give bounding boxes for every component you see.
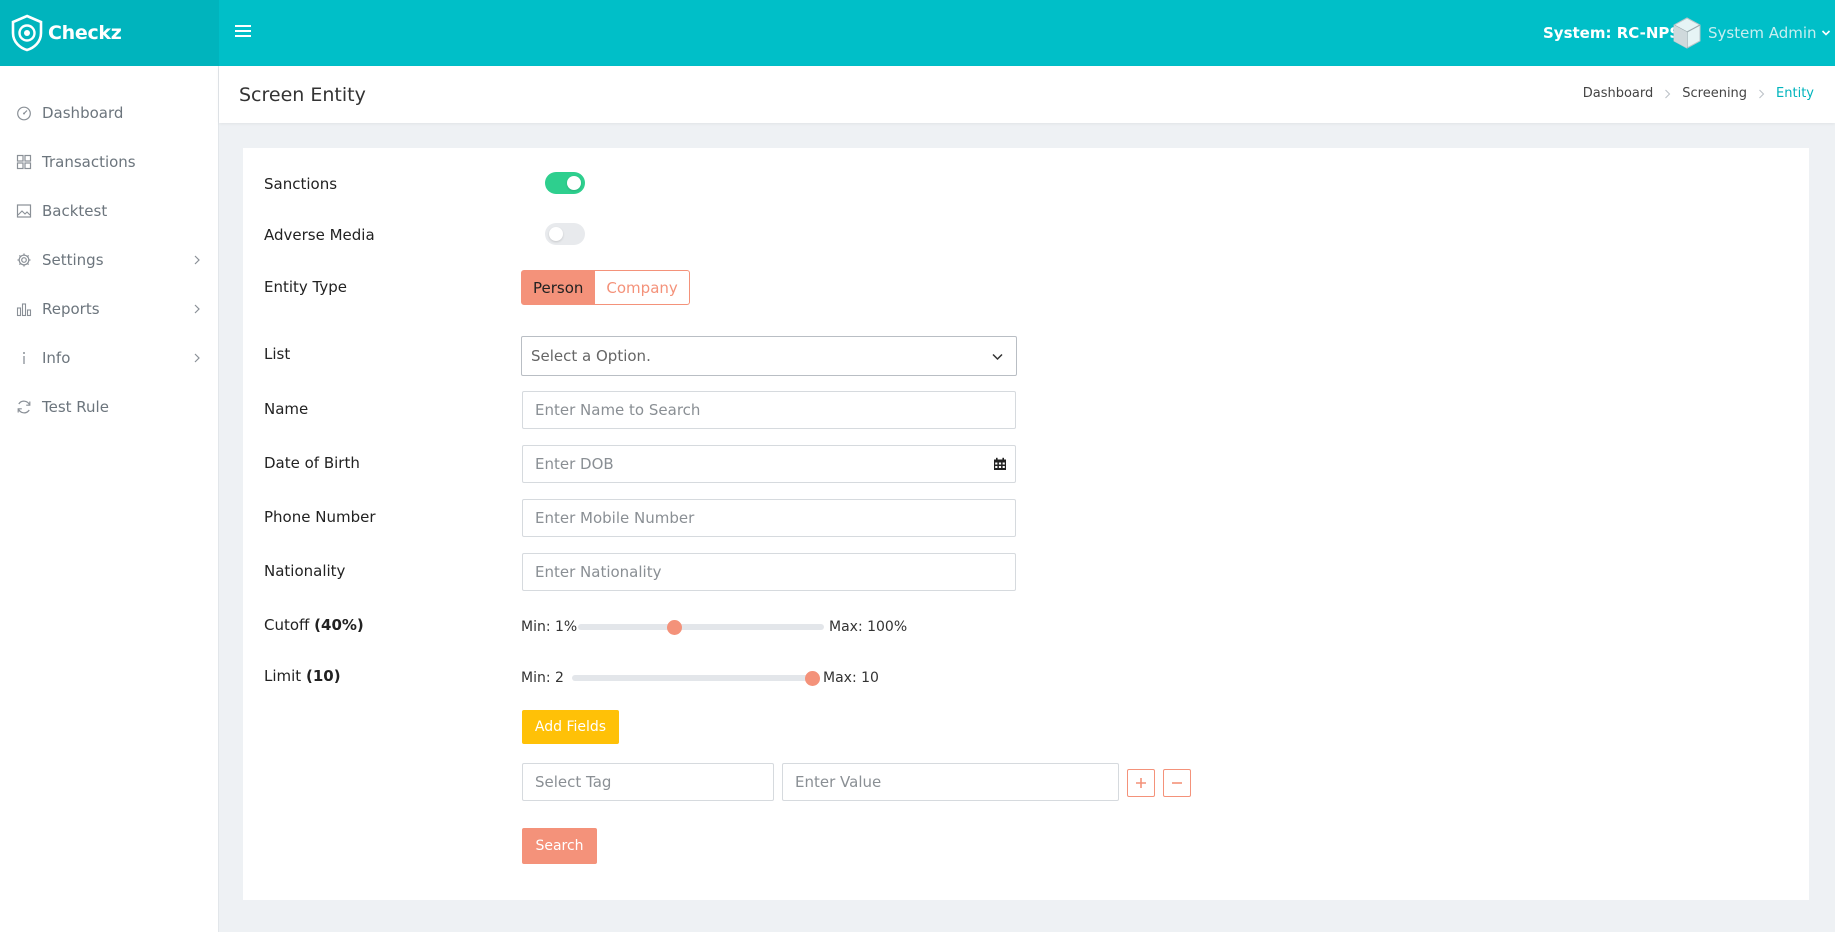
grid-icon (16, 154, 32, 170)
info-icon (23, 352, 25, 364)
brand[interactable]: Checkz (0, 0, 219, 66)
page-title: Screen Entity (239, 84, 366, 106)
remove-row-button[interactable] (1163, 769, 1191, 797)
search-button[interactable]: Search (522, 828, 597, 864)
sanctions-label: Sanctions (264, 175, 338, 193)
sidebar-item-label: Info (42, 349, 71, 367)
cutoff-min: Min: 1% (521, 619, 578, 635)
chevron-right-icon (194, 304, 200, 314)
limit-label-text: Limit (264, 667, 302, 685)
brand-name: Checkz (48, 22, 122, 44)
breadcrumb-screening[interactable]: Screening (1682, 86, 1747, 101)
sidebar-item-label: Backtest (42, 202, 108, 220)
sidebar-item-test-rule[interactable]: Test Rule (0, 387, 219, 427)
chevron-right-icon (1759, 89, 1765, 98)
page-header: Screen Entity Dashboard Screening Entity (219, 66, 1835, 123)
system-label: System: RC-NPS (1543, 24, 1681, 42)
entity-type-selector: Person Company (521, 270, 690, 305)
limit-max: Max: 10 (823, 670, 879, 686)
sidebar-item-backtest[interactable]: Backtest (0, 191, 219, 231)
entity-type-person-button[interactable]: Person (521, 270, 596, 305)
phone-label: Phone Number (264, 508, 376, 526)
adverse-media-toggle[interactable] (545, 223, 585, 245)
sanctions-toggle[interactable] (545, 172, 585, 194)
sidebar-item-label: Dashboard (42, 104, 124, 122)
gauge-icon (17, 106, 31, 121)
chevron-right-icon (194, 353, 200, 363)
entity-type-company-button[interactable]: Company (595, 270, 690, 305)
sidebar-item-reports[interactable]: Reports (0, 289, 219, 329)
list-select[interactable]: Select a Option. (521, 336, 1017, 376)
image-icon (16, 204, 32, 218)
limit-label: Limit (10) (264, 667, 341, 685)
cutoff-label: Cutoff (40%) (264, 616, 364, 634)
sidebar-item-transactions[interactable]: Transactions (0, 142, 219, 182)
add-fields-button[interactable]: Add Fields (522, 710, 619, 744)
gear-icon (17, 253, 31, 267)
bar-chart-icon (16, 303, 32, 317)
nationality-input[interactable] (522, 553, 1016, 591)
cutoff-slider[interactable] (578, 624, 824, 630)
chevron-down-icon (992, 353, 1003, 361)
cutoff-label-text: Cutoff (264, 616, 310, 634)
entity-type-label: Entity Type (264, 278, 348, 296)
sidebar-item-label: Reports (42, 300, 100, 318)
nationality-label: Nationality (264, 562, 346, 580)
adverse-media-label: Adverse Media (264, 226, 375, 244)
menu-toggle-icon[interactable] (235, 22, 253, 40)
chevron-right-icon (1665, 89, 1671, 98)
calendar-icon[interactable] (993, 457, 1007, 471)
minus-icon (1172, 782, 1182, 784)
limit-min: Min: 2 (521, 670, 564, 686)
top-bar: Checkz System: RC-NPS System Admin (0, 0, 1835, 66)
sidebar-item-settings[interactable]: Settings (0, 240, 219, 280)
shield-eye-icon (11, 14, 43, 52)
plus-icon (1136, 778, 1146, 788)
breadcrumb: Dashboard Screening Entity (1583, 86, 1814, 101)
name-input[interactable] (522, 391, 1016, 429)
tag-value-input[interactable] (782, 763, 1119, 801)
sidebar-item-info[interactable]: Info (0, 338, 219, 378)
chevron-right-icon (194, 255, 200, 265)
sidebar: Dashboard Transactions Backtest Settings (0, 66, 219, 932)
breadcrumb-dashboard[interactable]: Dashboard (1583, 86, 1654, 101)
phone-input[interactable] (522, 499, 1016, 537)
user-menu[interactable]: System Admin (1672, 16, 1831, 50)
sidebar-item-label: Transactions (42, 153, 136, 171)
avatar-icon (1673, 17, 1701, 49)
dob-label: Date of Birth (264, 454, 360, 472)
name-label: Name (264, 400, 309, 418)
refresh-icon (17, 400, 31, 414)
select-tag-input[interactable] (522, 763, 774, 801)
limit-slider[interactable] (572, 675, 812, 681)
list-select-value: Select a Option. (531, 347, 651, 365)
cutoff-max: Max: 100% (829, 619, 908, 635)
chevron-down-icon (1821, 30, 1830, 36)
limit-slider-handle[interactable] (804, 671, 820, 686)
sidebar-item-label: Settings (42, 251, 104, 269)
breadcrumb-entity: Entity (1776, 86, 1814, 101)
user-name: System Admin (1708, 24, 1817, 42)
list-label: List (264, 345, 291, 363)
dob-input[interactable] (522, 445, 1016, 483)
sidebar-item-label: Test Rule (42, 398, 109, 416)
cutoff-value: (40%) (314, 616, 364, 634)
sidebar-item-dashboard[interactable]: Dashboard (0, 93, 219, 133)
add-row-button[interactable] (1127, 769, 1155, 797)
limit-value: (10) (305, 667, 341, 685)
